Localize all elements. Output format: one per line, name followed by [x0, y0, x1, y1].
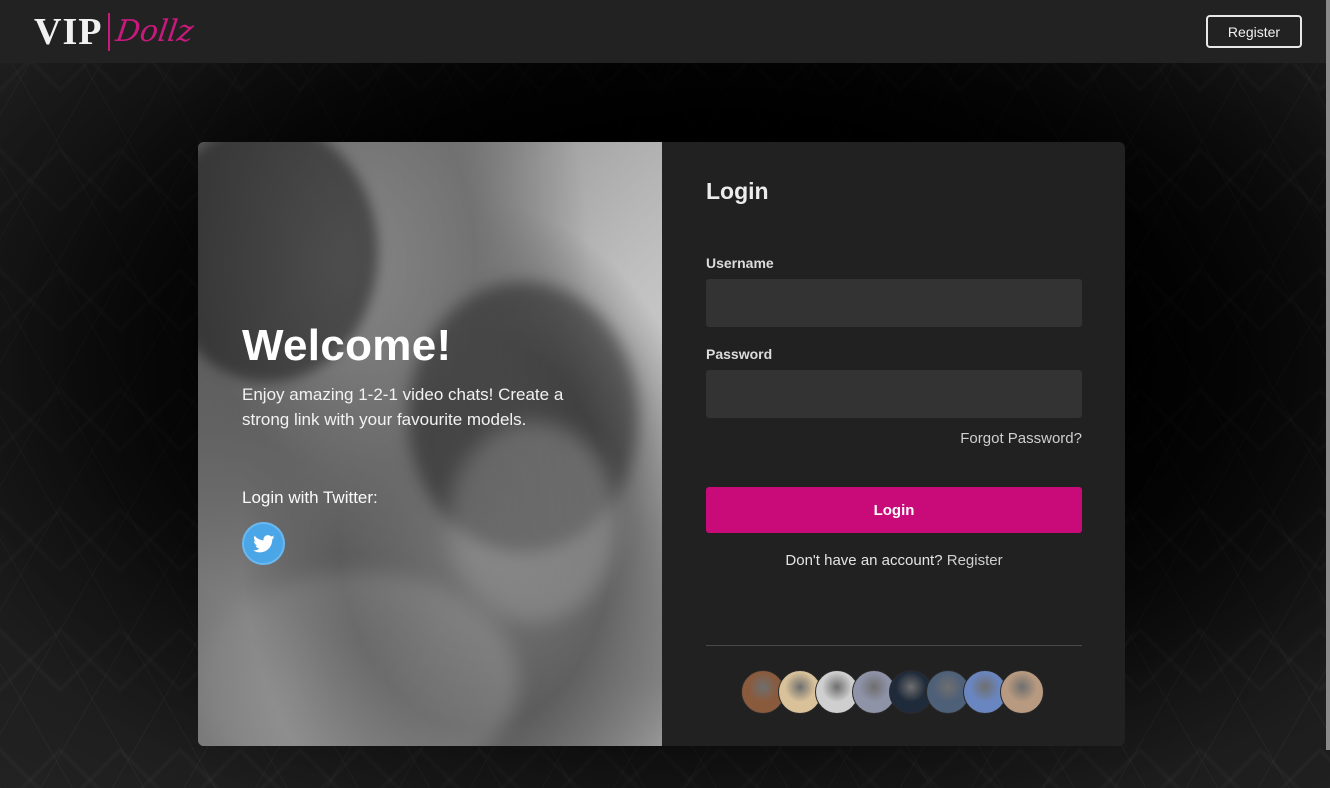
password-label: Password: [706, 346, 773, 362]
avatar[interactable]: [1000, 670, 1044, 714]
welcome-heading: Welcome!: [242, 321, 452, 370]
login-card: Welcome! Enjoy amazing 1-2-1 video chats…: [198, 142, 1125, 746]
hero-photo-overlay: [198, 142, 662, 746]
password-input[interactable]: [706, 370, 1082, 418]
page-scrollbar[interactable]: [1326, 0, 1330, 750]
username-label: Username: [706, 255, 774, 271]
site-logo[interactable]: VIP Dollz: [34, 10, 197, 53]
form-divider: [706, 645, 1082, 646]
login-button[interactable]: Login: [706, 487, 1082, 533]
model-avatars: [741, 670, 1044, 714]
logo-divider: [108, 12, 111, 51]
signup-prompt: Don't have an account? Register: [706, 552, 1082, 569]
username-input[interactable]: [706, 279, 1082, 327]
logo-dollz-text: Dollz: [114, 13, 197, 49]
login-title: Login: [706, 178, 769, 204]
forgot-password-link[interactable]: Forgot Password?: [706, 430, 1082, 447]
hero-text: Welcome! Enjoy amazing 1-2-1 video chats…: [242, 321, 602, 432]
top-navbar: VIP Dollz Register: [0, 0, 1326, 63]
twitter-icon: [252, 534, 274, 552]
signup-register-link[interactable]: Register: [947, 552, 1003, 569]
page: VIP Dollz Register Welcome! Enjoy amazin…: [0, 0, 1330, 788]
header-register-button[interactable]: Register: [1206, 15, 1302, 48]
hero-panel: Welcome! Enjoy amazing 1-2-1 video chats…: [198, 142, 662, 746]
signup-prompt-text: Don't have an account?: [785, 552, 943, 569]
login-form-panel: Login Username Password Forgot Password?…: [662, 142, 1125, 746]
twitter-login-button[interactable]: [242, 522, 285, 565]
logo-vip-text: VIP: [34, 10, 103, 53]
hero-tagline: Enjoy amazing 1-2-1 video chats! Create …: [242, 385, 564, 430]
twitter-login-label: Login with Twitter:: [242, 488, 378, 507]
